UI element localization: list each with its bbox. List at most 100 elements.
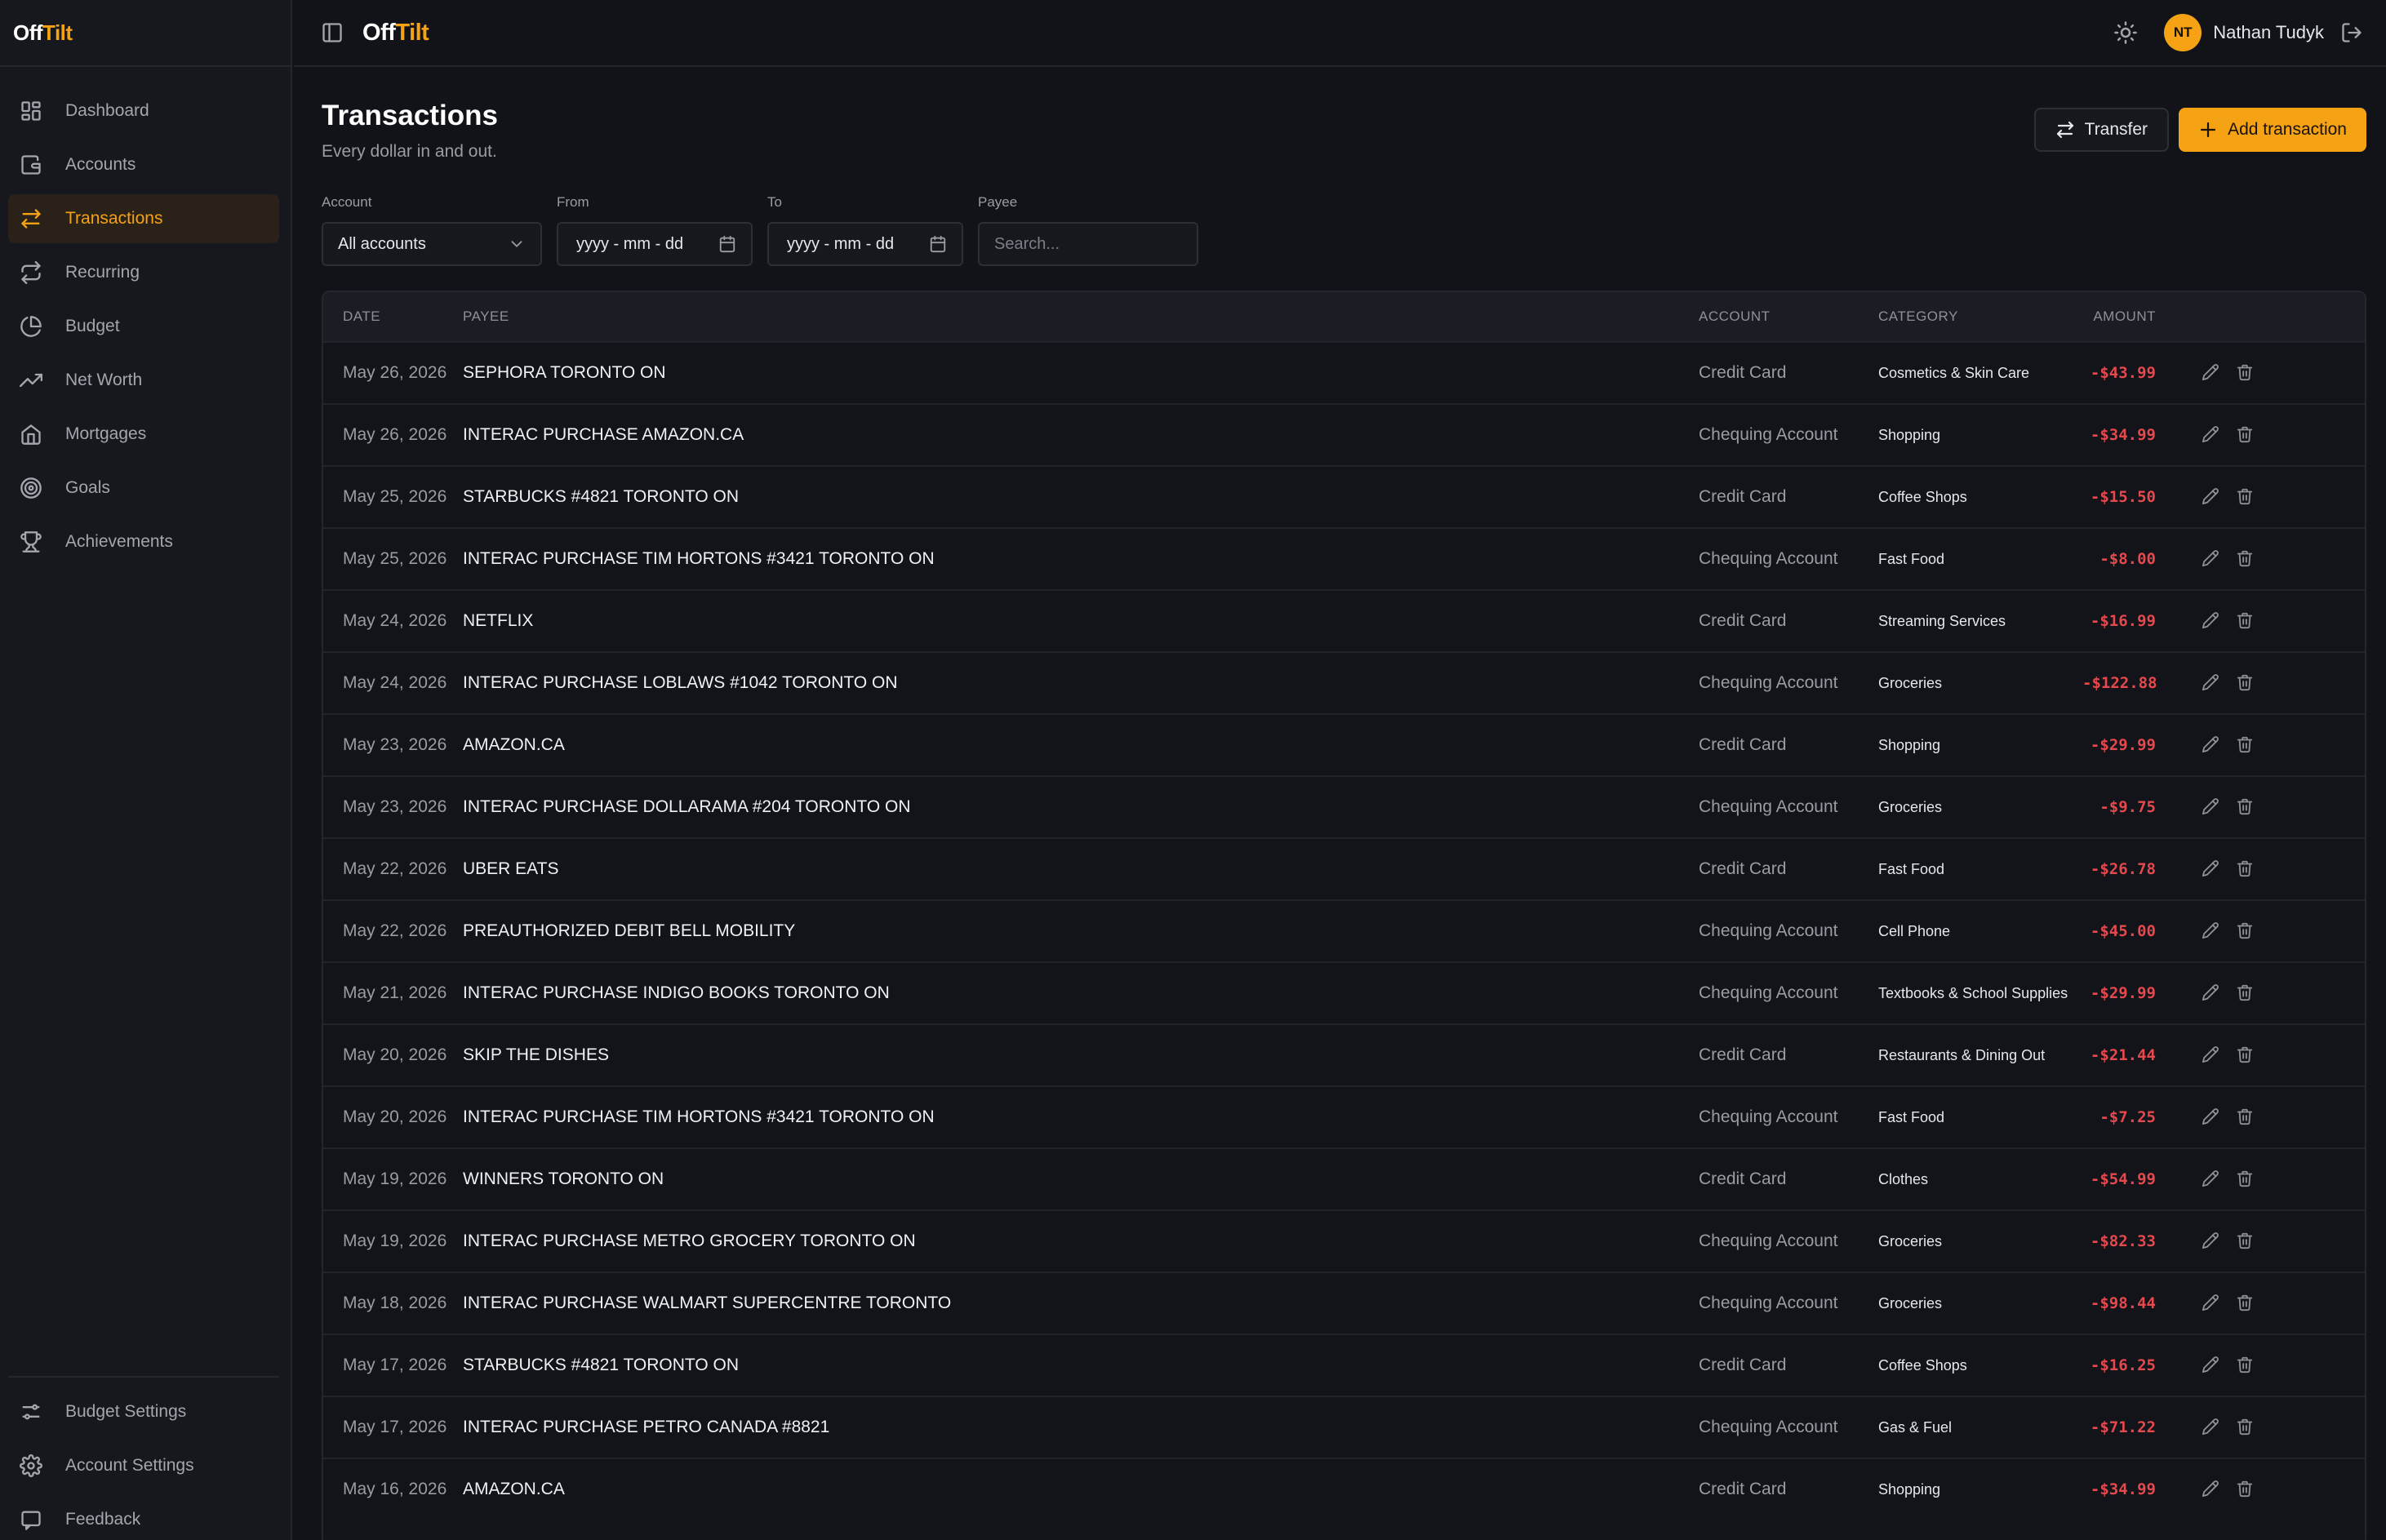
delete-trash-icon[interactable]: [2236, 487, 2255, 507]
edit-pencil-icon[interactable]: [2202, 487, 2221, 507]
sidebar-item-net-worth[interactable]: Net Worth: [8, 356, 279, 405]
cell-payee: INTERAC PURCHASE PETRO CANADA #8821: [463, 1418, 830, 1436]
edit-pencil-icon[interactable]: [2202, 1232, 2221, 1251]
theme-toggle-sun-icon[interactable]: [2113, 20, 2138, 45]
delete-trash-icon[interactable]: [2236, 859, 2255, 879]
sidebar-item-mortgages[interactable]: Mortgages: [8, 410, 279, 459]
table-row[interactable]: May 22, 2026 PREAUTHORIZED DEBIT BELL MOB…: [323, 899, 2365, 961]
payee-search-input[interactable]: Search...: [978, 222, 1198, 266]
edit-pencil-icon[interactable]: [2202, 363, 2221, 383]
table-row[interactable]: May 19, 2026 INTERAC PURCHASE METRO GROCE…: [323, 1209, 2365, 1271]
table-row[interactable]: May 25, 2026 STARBUCKS #4821 TORONTO ON Cr…: [323, 465, 2365, 527]
edit-pencil-icon[interactable]: [2202, 425, 2221, 445]
logout-icon[interactable]: [2340, 21, 2363, 44]
calendar-icon[interactable]: [929, 235, 947, 253]
row-actions: [2202, 1294, 2270, 1313]
delete-trash-icon[interactable]: [2236, 549, 2255, 569]
table-row[interactable]: May 17, 2026 INTERAC PURCHASE PETRO CANAD…: [323, 1396, 2365, 1458]
delete-trash-icon[interactable]: [2236, 1294, 2255, 1313]
to-date-placeholder: yyyy - mm - dd: [787, 234, 895, 253]
edit-pencil-icon[interactable]: [2202, 859, 2221, 879]
table-row[interactable]: May 23, 2026 AMAZON.CA Credit Card Shopping…: [323, 713, 2365, 775]
edit-pencil-icon[interactable]: [2202, 1294, 2221, 1313]
sidebar-item-budget[interactable]: Budget: [8, 302, 279, 351]
delete-trash-icon[interactable]: [2236, 735, 2255, 755]
table-row[interactable]: May 19, 2026 WINNERS TORONTO ON Credit Car…: [323, 1147, 2365, 1209]
edit-pencil-icon[interactable]: [2202, 1356, 2221, 1375]
edit-pencil-icon[interactable]: [2202, 1107, 2221, 1127]
edit-pencil-icon[interactable]: [2202, 611, 2221, 631]
delete-trash-icon[interactable]: [2236, 921, 2255, 941]
sidebar-bottom-item-feedback[interactable]: Feedback: [8, 1495, 279, 1540]
topbar-logo[interactable]: OffTilt: [362, 20, 429, 47]
edit-pencil-icon[interactable]: [2202, 1418, 2221, 1437]
sidebar-logo[interactable]: OffTilt: [13, 20, 73, 46]
table-row[interactable]: May 16, 2026 AMAZON.CA Credit Card Shopping…: [323, 1458, 2365, 1520]
delete-trash-icon[interactable]: [2236, 983, 2255, 1003]
from-date-input[interactable]: yyyy - mm - dd: [557, 222, 753, 266]
table-row[interactable]: May 22, 2026 UBER EATS Credit Card Fast Foo…: [323, 837, 2365, 899]
sidebar-item-achievements[interactable]: Achievements: [8, 517, 279, 566]
cell-amount: -$26.78: [2090, 860, 2156, 878]
account-select[interactable]: All accounts: [322, 222, 542, 266]
table-row[interactable]: May 21, 2026 INTERAC PURCHASE INDIGO BOOK…: [323, 961, 2365, 1023]
table-row[interactable]: May 26, 2026 INTERAC PURCHASE AMAZON.CA Ch…: [323, 403, 2365, 465]
sidebar-item-accounts[interactable]: Accounts: [8, 140, 279, 189]
edit-pencil-icon[interactable]: [2202, 797, 2221, 817]
sidebar-item-transactions[interactable]: Transactions: [8, 194, 279, 243]
header-payee[interactable]: PAYEE: [463, 308, 1699, 325]
calendar-icon[interactable]: [718, 235, 736, 253]
table-row[interactable]: May 20, 2026 INTERAC PURCHASE TIM HORTONS…: [323, 1085, 2365, 1147]
delete-trash-icon[interactable]: [2236, 1169, 2255, 1189]
table-row[interactable]: May 24, 2026 NETFLIX Credit Card Streaming …: [323, 589, 2365, 651]
add-transaction-button[interactable]: Add transaction: [2179, 108, 2366, 152]
sidebar-toggle-icon[interactable]: [320, 20, 344, 45]
table-row[interactable]: May 24, 2026 INTERAC PURCHASE LOBLAWS #10…: [323, 651, 2365, 713]
row-actions: [2202, 611, 2270, 631]
edit-pencil-icon[interactable]: [2202, 735, 2221, 755]
cell-account: Chequing Account: [1699, 425, 1838, 444]
delete-trash-icon[interactable]: [2236, 1107, 2255, 1127]
delete-trash-icon[interactable]: [2236, 1232, 2255, 1251]
message-icon: [20, 1508, 42, 1531]
edit-pencil-icon[interactable]: [2202, 1480, 2221, 1499]
avatar[interactable]: NT: [2164, 14, 2202, 51]
transfer-button[interactable]: Transfer: [2033, 108, 2170, 152]
sidebar-bottom-item-budget-settings[interactable]: Budget Settings: [8, 1387, 279, 1436]
sidebar-item-dashboard[interactable]: Dashboard: [8, 87, 279, 135]
table-row[interactable]: May 17, 2026 STARBUCKS #4821 TORONTO ON Cr…: [323, 1334, 2365, 1396]
edit-pencil-icon[interactable]: [2202, 673, 2221, 693]
header-category[interactable]: CATEGORY: [1878, 308, 2082, 325]
delete-trash-icon[interactable]: [2236, 1356, 2255, 1375]
edit-pencil-icon[interactable]: [2202, 549, 2221, 569]
delete-trash-icon[interactable]: [2236, 797, 2255, 817]
table-row[interactable]: May 18, 2026 INTERAC PURCHASE WALMART SUP…: [323, 1271, 2365, 1334]
delete-trash-icon[interactable]: [2236, 1480, 2255, 1499]
edit-pencil-icon[interactable]: [2202, 983, 2221, 1003]
sidebar-item-recurring[interactable]: Recurring: [8, 248, 279, 297]
edit-pencil-icon[interactable]: [2202, 1045, 2221, 1065]
row-actions: [2202, 1169, 2270, 1189]
delete-trash-icon[interactable]: [2236, 673, 2255, 693]
delete-trash-icon[interactable]: [2236, 611, 2255, 631]
sidebar-item-goals[interactable]: Goals: [8, 464, 279, 513]
table-row[interactable]: May 20, 2026 SKIP THE DISHES Credit Card Re…: [323, 1023, 2365, 1085]
to-date-input[interactable]: yyyy - mm - dd: [767, 222, 963, 266]
edit-pencil-icon[interactable]: [2202, 921, 2221, 941]
header-date[interactable]: DATE: [323, 308, 463, 325]
delete-trash-icon[interactable]: [2236, 1045, 2255, 1065]
delete-trash-icon[interactable]: [2236, 363, 2255, 383]
cell-category: Coffee Shops: [1878, 488, 1967, 505]
sidebar-bottom-item-account-settings[interactable]: Account Settings: [8, 1441, 279, 1490]
table-row[interactable]: May 25, 2026 INTERAC PURCHASE TIM HORTONS…: [323, 527, 2365, 589]
cell-category: Groceries: [1878, 1294, 1943, 1311]
header-account[interactable]: ACCOUNT: [1699, 308, 1878, 325]
user-name[interactable]: Nathan Tudyk: [2213, 22, 2324, 43]
table-row[interactable]: May 23, 2026 INTERAC PURCHASE DOLLARAMA #…: [323, 775, 2365, 837]
edit-pencil-icon[interactable]: [2202, 1169, 2221, 1189]
cell-amount: -$71.22: [2090, 1418, 2156, 1436]
header-amount[interactable]: AMOUNT: [2082, 308, 2156, 325]
delete-trash-icon[interactable]: [2236, 1418, 2255, 1437]
table-row[interactable]: May 26, 2026 SEPHORA TORONTO ON Credit Car…: [323, 341, 2365, 403]
delete-trash-icon[interactable]: [2236, 425, 2255, 445]
